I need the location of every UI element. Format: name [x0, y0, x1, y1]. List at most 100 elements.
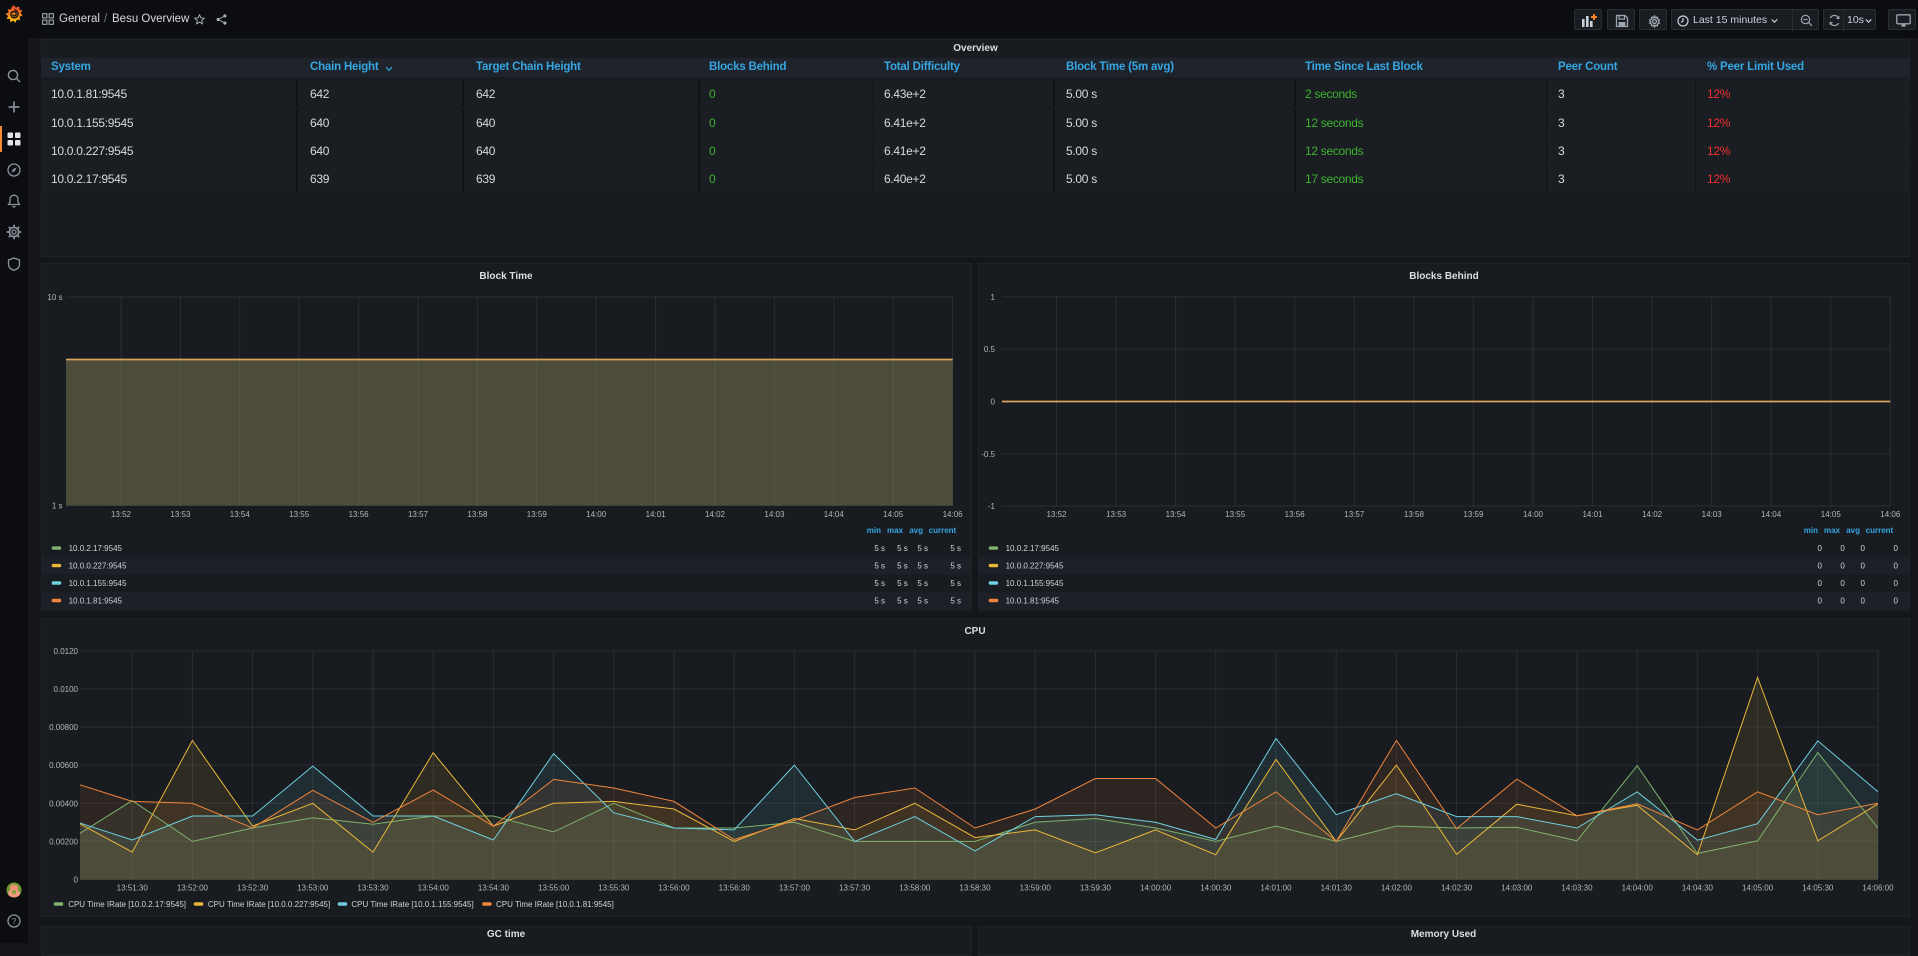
svg-text:0: 0	[74, 876, 79, 885]
svg-text:0: 0	[1860, 544, 1865, 553]
svg-text:5 s: 5 s	[950, 579, 961, 588]
svg-text:10.0.0.227:9545: 10.0.0.227:9545	[69, 561, 127, 570]
svg-text:CPU: CPU	[964, 626, 985, 637]
svg-text:14:04: 14:04	[1761, 510, 1782, 519]
svg-text:5 s: 5 s	[897, 561, 908, 570]
svg-text:current: current	[929, 526, 957, 535]
svg-text:5 s: 5 s	[897, 544, 908, 553]
svg-text:14:03:00: 14:03:00	[1501, 884, 1533, 893]
svg-text:1: 1	[990, 293, 995, 302]
svg-text:5 s: 5 s	[874, 579, 885, 588]
svg-text:max: max	[1823, 526, 1840, 535]
svg-text:13:59:00: 13:59:00	[1020, 884, 1052, 893]
svg-text:5 s: 5 s	[874, 561, 885, 570]
svg-text:5 s: 5 s	[897, 579, 908, 588]
svg-text:14:00:30: 14:00:30	[1200, 884, 1232, 893]
svg-text:Block Time: Block Time	[479, 271, 533, 282]
svg-text:14:06: 14:06	[1880, 510, 1901, 519]
svg-text:14:05: 14:05	[1820, 510, 1841, 519]
svg-text:14:06:00: 14:06:00	[1862, 884, 1894, 893]
svg-text:13:55: 13:55	[1225, 510, 1246, 519]
svg-text:0: 0	[1817, 596, 1822, 605]
svg-text:5 s: 5 s	[897, 596, 908, 605]
svg-text:14:02: 14:02	[705, 510, 726, 519]
svg-text:14:03:30: 14:03:30	[1561, 884, 1593, 893]
svg-text:13:55: 13:55	[289, 510, 310, 519]
svg-text:13:56: 13:56	[349, 510, 370, 519]
svg-text:10.0.2.17:9545: 10.0.2.17:9545	[69, 544, 123, 553]
svg-text:13:57: 13:57	[1344, 510, 1365, 519]
svg-text:5 s: 5 s	[917, 579, 928, 588]
svg-text:13:51:30: 13:51:30	[117, 884, 149, 893]
svg-text:0: 0	[1840, 561, 1845, 570]
svg-text:13:55:30: 13:55:30	[598, 884, 630, 893]
svg-text:-1: -1	[987, 502, 995, 511]
svg-text:0: 0	[1840, 544, 1845, 553]
svg-text:13:56: 13:56	[1284, 510, 1305, 519]
svg-text:14:01: 14:01	[646, 510, 667, 519]
svg-text:10.0.1.155:9545: 10.0.1.155:9545	[69, 579, 127, 588]
svg-text:14:05:00: 14:05:00	[1742, 884, 1774, 893]
svg-text:14:00:00: 14:00:00	[1140, 884, 1172, 893]
svg-text:13:58: 13:58	[1403, 510, 1424, 519]
svg-text:10.0.1.155:9545: 10.0.1.155:9545	[1005, 579, 1063, 588]
svg-text:13:58: 13:58	[467, 510, 488, 519]
svg-text:1 s: 1 s	[52, 502, 63, 511]
svg-text:5 s: 5 s	[950, 561, 961, 570]
svg-text:14:04:00: 14:04:00	[1622, 884, 1654, 893]
svg-text:13:59: 13:59	[1463, 510, 1484, 519]
svg-text:5 s: 5 s	[950, 596, 961, 605]
svg-text:13:53: 13:53	[170, 510, 191, 519]
svg-text:14:05:30: 14:05:30	[1802, 884, 1834, 893]
svg-text:13:58:30: 13:58:30	[959, 884, 991, 893]
svg-text:0: 0	[1817, 544, 1822, 553]
svg-text:0.00200: 0.00200	[49, 837, 78, 846]
svg-text:13:57:00: 13:57:00	[779, 884, 811, 893]
svg-text:13:59: 13:59	[527, 510, 548, 519]
svg-text:5 s: 5 s	[950, 544, 961, 553]
svg-text:10.0.1.81:9545: 10.0.1.81:9545	[1005, 596, 1059, 605]
svg-text:13:59:30: 13:59:30	[1080, 884, 1112, 893]
svg-text:0.0120: 0.0120	[54, 647, 79, 656]
svg-text:?: ?	[12, 916, 17, 926]
svg-text:0.00600: 0.00600	[49, 761, 78, 770]
svg-text:Blocks Behind: Blocks Behind	[1409, 271, 1478, 282]
svg-text:0.00800: 0.00800	[49, 723, 78, 732]
svg-text:13:52:30: 13:52:30	[237, 884, 269, 893]
svg-text:CPU Time IRate [10.0.1.81:9545: CPU Time IRate [10.0.1.81:9545]	[496, 900, 614, 909]
svg-text:0: 0	[1860, 561, 1865, 570]
svg-text:5 s: 5 s	[917, 561, 928, 570]
svg-text:min: min	[867, 526, 881, 535]
svg-text:13:57:30: 13:57:30	[839, 884, 871, 893]
svg-text:13:57: 13:57	[408, 510, 429, 519]
svg-text:0: 0	[1840, 579, 1845, 588]
svg-text:current: current	[1865, 526, 1893, 535]
svg-text:14:03: 14:03	[764, 510, 785, 519]
svg-text:13:56:30: 13:56:30	[719, 884, 751, 893]
svg-text:10 s: 10 s	[47, 293, 62, 302]
svg-text:13:55:00: 13:55:00	[538, 884, 570, 893]
svg-text:13:53: 13:53	[1106, 510, 1127, 519]
svg-text:13:52:00: 13:52:00	[177, 884, 209, 893]
svg-text:0.00400: 0.00400	[49, 799, 78, 808]
svg-text:13:52: 13:52	[111, 510, 132, 519]
svg-text:5 s: 5 s	[917, 596, 928, 605]
svg-text:14:02:30: 14:02:30	[1441, 884, 1473, 893]
svg-text:10.0.0.227:9545: 10.0.0.227:9545	[1005, 561, 1063, 570]
svg-text:14:02:00: 14:02:00	[1381, 884, 1413, 893]
svg-text:0: 0	[1860, 579, 1865, 588]
svg-text:5 s: 5 s	[874, 544, 885, 553]
svg-text:13:54: 13:54	[230, 510, 251, 519]
svg-text:0: 0	[1893, 579, 1898, 588]
svg-text:0: 0	[1860, 596, 1865, 605]
svg-text:13:58:00: 13:58:00	[899, 884, 931, 893]
svg-text:13:53:30: 13:53:30	[357, 884, 389, 893]
svg-text:14:01:00: 14:01:00	[1260, 884, 1292, 893]
svg-text:10.0.2.17:9545: 10.0.2.17:9545	[1005, 544, 1059, 553]
svg-text:13:52: 13:52	[1046, 510, 1067, 519]
svg-text:14:04: 14:04	[824, 510, 845, 519]
svg-text:13:54:00: 13:54:00	[418, 884, 450, 893]
svg-text:5 s: 5 s	[874, 596, 885, 605]
svg-text:14:01: 14:01	[1582, 510, 1603, 519]
svg-text:14:04:30: 14:04:30	[1682, 884, 1714, 893]
